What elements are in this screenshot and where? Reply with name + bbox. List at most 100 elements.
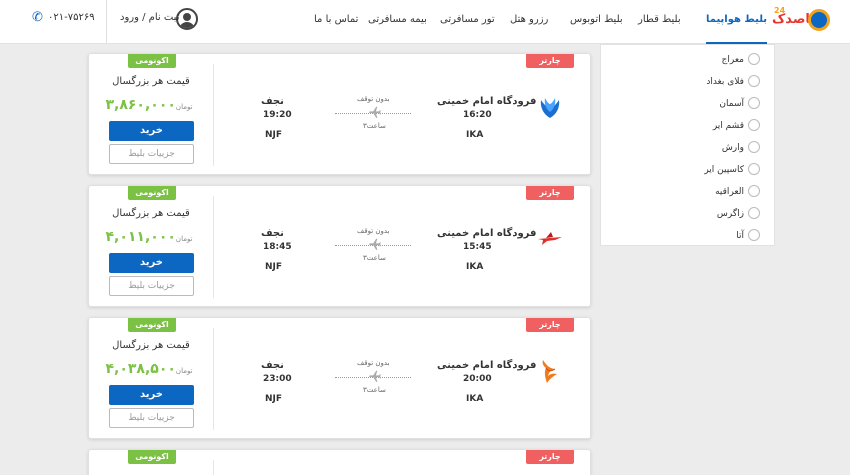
nav-hotel-reservation[interactable]: رزرو هتل [510,0,548,44]
logo-circle-icon [808,9,830,31]
price-row: تومان۴,۰۳۸,۵۰۰ [89,358,213,377]
red-plane-logo-icon [538,232,562,245]
price-column: اکونومی قیمت هر بزرگسال تومان۳,۸۶۰,۰۰۰ خ… [89,54,213,174]
charter-badge: چارتر [526,186,574,200]
filter-airline-fly-baghdad[interactable]: فلای بغداد [601,73,776,93]
origin-code: IKA [466,394,484,404]
stops-info: بدون توقف [357,95,390,103]
ticket-details-button[interactable]: جزییات بلیط [109,276,194,296]
departure-time: 20:00 [463,374,492,384]
nav-contact-us[interactable]: تماس با ما [314,0,358,44]
flight-duration: ۳ساعت [363,122,386,130]
economy-badge: اکونومی [128,318,176,332]
filter-airline-qeshm-air[interactable]: قشم ایر [601,117,776,137]
destination-city: نجف [261,360,284,371]
radio-button[interactable] [748,141,760,153]
filter-label: زاگرس [716,209,744,219]
radio-button[interactable] [748,207,760,219]
filter-airline-ata[interactable]: آتا [601,227,776,247]
flight-duration: ۳ساعت [363,254,386,262]
filter-label: وارش [721,143,744,153]
buy-button[interactable]: خرید [109,121,194,141]
ticket-details-button[interactable]: جزییات بلیط [109,408,194,428]
price-value: ۴,۰۱۱,۰۰۰ [105,229,176,245]
price-currency: تومان [175,367,193,375]
filter-label: آسمان [719,99,744,109]
filter-label: کاسپین ایر [704,165,744,175]
filter-airline-iraqi[interactable]: العراقیه [601,183,776,203]
flight-duration: ۳ساعت [363,386,386,394]
radio-button[interactable] [748,97,760,109]
radio-button[interactable] [748,53,760,65]
filter-label: فلای بغداد [706,77,744,87]
filter-label: معراج [721,55,744,65]
airplane-icon [369,106,381,118]
price-label: قیمت هر بزرگسال [112,76,190,87]
price-label: قیمت هر بزرگسال [112,208,190,219]
price-row: تومان۴,۰۱۱,۰۰۰ [89,226,213,245]
header-divider [106,0,107,44]
origin-code: IKA [466,262,484,272]
ticket-card: اکونومی قیمت هر بزرگسال تومان۴,۰۱۱,۰۰۰ خ… [88,185,591,307]
radio-button[interactable] [748,119,760,131]
economy-badge: اکونومی [128,186,176,200]
destination-city: نجف [261,228,284,239]
ticket-card: اکونومی قیمت هر بزرگسال تومان۴,۰۳۸,۵۰۰ خ… [88,317,591,439]
destination-code: NJF [265,130,283,140]
origin-city: فرودگاه امام خمینی [437,360,537,371]
filter-airline-meraj[interactable]: معراج [601,51,776,71]
stops-info: بدون توقف [357,227,390,235]
origin-code: IKA [466,130,484,140]
buy-button[interactable]: خرید [109,385,194,405]
radio-button[interactable] [748,75,760,87]
destination-code: NJF [265,394,283,404]
card-divider [213,64,214,166]
filter-label: العراقیه [715,187,744,197]
nav-travel-insurance[interactable]: بیمه مسافرتی [368,0,427,44]
price-value: ۴,۰۳۸,۵۰۰ [105,361,176,377]
filter-airline-caspian-air[interactable]: کاسپین ایر [601,161,776,181]
orange-bird-logo-icon [542,360,557,383]
nav-train-ticket[interactable]: بلیط قطار [638,0,681,44]
phone-number: ۰۲۱-۷۵۲۶۹ [48,12,95,23]
arrival-time: 18:45 [263,242,292,252]
destination-city: نجف [261,96,284,107]
blue-bird-logo-icon [540,98,560,118]
filter-airline-zagros[interactable]: زاگرس [601,205,776,225]
radio-button[interactable] [748,163,760,175]
buy-button[interactable]: خرید [109,253,194,273]
ticket-card: اکونومی چارتر [88,449,591,475]
nav-flight-ticket[interactable]: بلیط هواپیما [706,0,768,44]
economy-badge: اکونومی [128,54,176,68]
charter-badge: چارتر [526,54,574,68]
arrival-time: 23:00 [263,374,292,384]
filter-label: آتا [736,231,744,241]
arrival-time: 19:20 [263,110,292,120]
origin-city: فرودگاه امام خمینی [437,96,537,107]
nav-bus-ticket[interactable]: بلیط اتوبوس [570,0,623,44]
airplane-icon [369,370,381,382]
stops-info: بدون توقف [357,359,390,367]
departure-time: 15:45 [463,242,492,252]
price-row: تومان۳,۸۶۰,۰۰۰ [89,94,213,113]
destination-code: NJF [265,262,283,272]
ticket-details-button[interactable]: جزییات بلیط [109,144,194,164]
radio-button[interactable] [748,185,760,197]
price-label: قیمت هر بزرگسال [112,340,190,351]
radio-button[interactable] [748,229,760,241]
economy-badge: اکونومی [128,450,176,464]
filter-airline-aseman[interactable]: آسمان [601,95,776,115]
card-divider [213,460,214,475]
nav-travel-tour[interactable]: تور مسافرتی [440,0,495,44]
filter-airline-varesh[interactable]: وارش [601,139,776,159]
card-divider [213,196,214,298]
site-logo[interactable]: 24 قاصدک [772,6,834,34]
ticket-card: اکونومی قیمت هر بزرگسال تومان۳,۸۶۰,۰۰۰ خ… [88,53,591,175]
price-currency: تومان [175,103,193,111]
departure-time: 16:20 [463,110,492,120]
charter-badge: چارتر [526,450,574,464]
price-column: اکونومی قیمت هر بزرگسال تومان۴,۰۳۸,۵۰۰ خ… [89,318,213,438]
filter-label: قشم ایر [712,121,744,131]
card-divider [213,328,214,430]
login-register-link[interactable]: ثبت نام / ورود [120,12,180,23]
